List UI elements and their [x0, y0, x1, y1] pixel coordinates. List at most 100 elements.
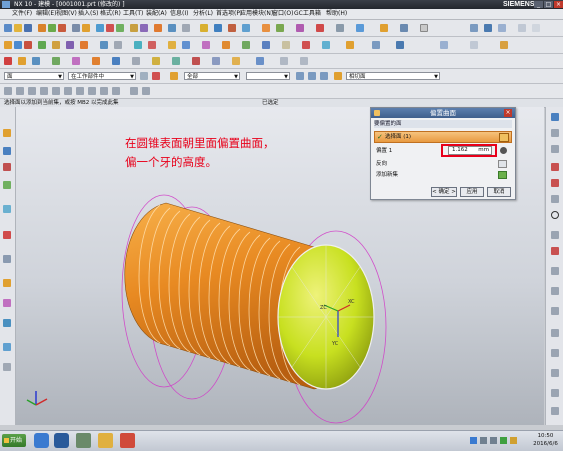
pan-icon[interactable] — [500, 41, 508, 49]
replace-face-icon[interactable] — [72, 57, 80, 65]
snap-select[interactable]: 全部 ▼ — [184, 72, 240, 80]
rotate-icon[interactable] — [470, 41, 478, 49]
snap-intersection-icon[interactable] — [40, 87, 48, 95]
view-iso-icon[interactable] — [498, 24, 506, 32]
start-button[interactable]: 开始 — [2, 434, 26, 447]
constraint-tool-icon[interactable] — [551, 407, 559, 415]
menu-insert[interactable]: 插入(S) — [78, 10, 99, 18]
snap-quadrant-icon[interactable] — [64, 87, 72, 95]
dimension-tool-icon[interactable] — [551, 389, 559, 397]
menu-assembly[interactable]: 装配(A) — [146, 10, 167, 18]
polygon-tool-icon[interactable] — [551, 287, 559, 295]
menu-help[interactable]: 帮助(H) — [326, 10, 347, 18]
offset-curve-icon[interactable] — [80, 41, 88, 49]
slot-icon[interactable] — [212, 57, 220, 65]
type-filter-select[interactable]: 面 ▼ — [4, 72, 64, 80]
select-all-icon[interactable] — [152, 72, 160, 80]
snap-on-face-icon[interactable] — [100, 87, 108, 95]
intersection-curve-icon[interactable] — [66, 41, 74, 49]
revolve-icon[interactable] — [58, 24, 66, 32]
section-header[interactable]: 要偏置的面 — [374, 120, 512, 128]
thread-icon[interactable] — [200, 24, 208, 32]
hole-icon[interactable] — [72, 24, 80, 32]
circle-tool-icon[interactable] — [551, 211, 559, 219]
select-face-row[interactable]: ✓ 选择面 (1) — [374, 131, 512, 143]
boss-icon[interactable] — [82, 24, 90, 32]
curve-rule-select[interactable]: ▼ — [246, 72, 290, 80]
scale-body-icon[interactable] — [112, 57, 120, 65]
menu-preferences[interactable]: 首选项(P) — [216, 10, 242, 18]
mesh-surface-icon[interactable] — [276, 24, 284, 32]
face-blend-icon[interactable] — [18, 57, 26, 65]
snap-point-icon[interactable] — [170, 72, 178, 80]
cancel-button[interactable]: 取消 — [487, 187, 511, 197]
pad-icon[interactable] — [256, 57, 264, 65]
synchronous-icon[interactable] — [132, 57, 140, 65]
offset-face-icon[interactable] — [242, 24, 250, 32]
ruled-icon[interactable] — [182, 41, 190, 49]
extrude-icon[interactable] — [48, 24, 56, 32]
render-icon[interactable] — [396, 41, 404, 49]
swept-icon[interactable] — [4, 57, 12, 65]
snap-bounded-icon[interactable] — [112, 87, 120, 95]
palette-icon[interactable] — [3, 343, 11, 351]
shade-icon[interactable] — [380, 24, 388, 32]
fit-view-icon[interactable] — [518, 24, 526, 32]
view-front-icon[interactable] — [470, 24, 478, 32]
line-icon[interactable] — [14, 41, 22, 49]
point-tool-icon[interactable] — [551, 267, 559, 275]
subtract-icon[interactable] — [106, 24, 114, 32]
taskbar-app-nx-icon[interactable] — [76, 433, 91, 448]
system-materials-icon[interactable] — [3, 255, 11, 263]
pattern-icon[interactable] — [168, 24, 176, 32]
constraint-navigator-icon[interactable] — [3, 163, 11, 171]
sketch-icon[interactable] — [38, 24, 46, 32]
menu-edit[interactable]: 编辑(E) — [36, 10, 56, 18]
datum-plane-icon[interactable] — [214, 24, 222, 32]
dialog-close-icon[interactable]: × — [504, 109, 512, 117]
line-tool-icon[interactable] — [551, 129, 559, 137]
endpoint-icon[interactable] — [296, 72, 304, 80]
center-icon[interactable] — [320, 72, 328, 80]
snap-tangent-icon[interactable] — [142, 87, 150, 95]
hide-icon[interactable] — [302, 41, 310, 49]
snap-endpoint-icon[interactable] — [4, 87, 12, 95]
snap-control-icon[interactable] — [28, 87, 36, 95]
sew-icon[interactable] — [222, 41, 230, 49]
shell-icon[interactable] — [154, 24, 162, 32]
apply-button[interactable]: 应用 — [460, 187, 484, 197]
menu-tools[interactable]: 工具(T) — [123, 10, 143, 18]
face-rule-select[interactable]: 相切面 ▼ — [346, 72, 440, 80]
draft-icon[interactable] — [32, 57, 40, 65]
fillet-tool-icon[interactable] — [551, 179, 559, 187]
through-curves-icon[interactable] — [168, 41, 176, 49]
taskbar-app-browser-icon[interactable] — [54, 433, 69, 448]
profile-icon[interactable] — [551, 113, 559, 121]
taskbar-app-tool-icon[interactable] — [120, 433, 135, 448]
groove-icon[interactable] — [192, 57, 200, 65]
menu-window[interactable]: 窗口(O) — [272, 10, 293, 18]
menu-info[interactable]: 信息(I) — [170, 10, 188, 18]
add-set-icon[interactable] — [498, 171, 507, 179]
face-rule-icon[interactable] — [334, 72, 342, 80]
snap-existing-point-icon[interactable] — [76, 87, 84, 95]
snap-on-curve-icon[interactable] — [88, 87, 96, 95]
menu-file[interactable]: 文件(F) — [12, 10, 32, 18]
point-icon[interactable] — [4, 41, 12, 49]
history-icon[interactable] — [3, 231, 11, 239]
split-body-icon[interactable] — [52, 57, 60, 65]
zoom-icon[interactable] — [532, 24, 540, 32]
part-navigator-icon[interactable] — [3, 129, 11, 137]
midpoint-icon[interactable] — [308, 72, 316, 80]
mirror-tool-icon[interactable] — [551, 349, 559, 357]
bridge-curve-icon[interactable] — [100, 41, 108, 49]
offset-tool-icon[interactable] — [551, 329, 559, 337]
projection-icon[interactable] — [52, 41, 60, 49]
trim-curve-icon[interactable] — [148, 41, 156, 49]
tray-ime-icon[interactable] — [470, 437, 477, 444]
minimize-button[interactable]: _ — [534, 1, 543, 8]
redo-icon[interactable] — [300, 57, 308, 65]
layer-icon[interactable] — [356, 24, 364, 32]
snap-polar-icon[interactable] — [130, 87, 138, 95]
blend-icon[interactable] — [130, 24, 138, 32]
